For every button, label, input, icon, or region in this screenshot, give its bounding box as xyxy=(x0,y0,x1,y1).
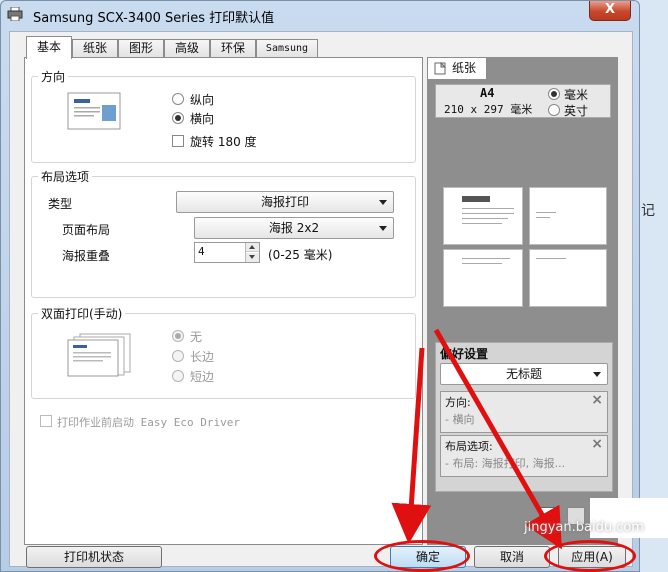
favorites-title: 偏好设置 xyxy=(440,347,489,361)
orientation-group: 方向 纵向 横向 旋转 180 度 xyxy=(31,68,416,163)
eco-driver-checkbox[interactable] xyxy=(40,415,52,427)
favorite-item[interactable]: 方向: - 横向 × xyxy=(440,391,608,433)
remove-icon[interactable]: × xyxy=(591,392,603,408)
page-layout-value: 海报 2x2 xyxy=(268,221,320,235)
landscape-page-icon xyxy=(67,92,121,130)
duplex-short-edge-label: 短边 xyxy=(190,370,215,384)
layout-options-title: 布局选项 xyxy=(38,168,93,185)
duplex-none-radio[interactable] xyxy=(172,330,184,342)
cancel-button[interactable]: 取消 xyxy=(474,546,550,568)
rotate-180-checkbox[interactable] xyxy=(172,135,184,147)
chevron-down-icon xyxy=(379,200,387,205)
favorites-box: 偏好设置 无标题 方向: - 横向 × 布局选项: - 布局: 海报打印, 海报… xyxy=(435,342,613,492)
favorite-item-detail: - 横向 xyxy=(445,413,475,426)
poster-tile xyxy=(529,187,607,245)
poster-tile xyxy=(443,249,523,307)
title-bar: Samsung SCX-3400 Series 打印默认值 X xyxy=(1,1,639,29)
landscape-label: 横向 xyxy=(190,112,215,126)
window-title: Samsung SCX-3400 Series 打印默认值 xyxy=(33,11,275,26)
duplex-pages-icon xyxy=(67,333,131,377)
preview-panel: 纸张 A4 210 x 297 毫米 毫米 英寸 偏好设置 无标题 方向: - … xyxy=(427,57,618,545)
orientation-title: 方向 xyxy=(38,68,69,85)
printer-status-button[interactable]: 打印机状态 xyxy=(26,546,162,568)
favorite-item-heading: 方向: xyxy=(445,396,471,409)
tab-graphics[interactable]: 图形 xyxy=(118,39,164,58)
tab-samsung[interactable]: Samsung xyxy=(256,39,318,58)
stepper-down-icon[interactable] xyxy=(246,253,259,262)
unit-mm-label: 毫米 xyxy=(564,88,589,102)
favorite-item-heading: 布局选项: xyxy=(445,440,493,453)
favorites-selected: 无标题 xyxy=(505,367,542,381)
stepper-up-icon[interactable] xyxy=(246,243,259,252)
tab-eco[interactable]: 环保 xyxy=(210,39,256,58)
favorites-dropdown[interactable]: 无标题 xyxy=(440,363,608,385)
poster-tile xyxy=(529,249,607,307)
eco-driver-label: 打印作业前启动 Easy Eco Driver xyxy=(57,416,240,429)
unit-inch-radio[interactable] xyxy=(548,104,560,116)
duplex-title: 双面打印(手动) xyxy=(38,305,126,322)
close-button[interactable]: X xyxy=(589,1,631,21)
type-value: 海报打印 xyxy=(260,195,309,209)
printer-icon xyxy=(7,7,23,21)
page-layout-label: 页面布局 xyxy=(62,223,111,237)
duplex-group: 双面打印(手动) 无 长边 短边 xyxy=(31,305,416,399)
chevron-down-icon xyxy=(379,226,387,231)
samsung-logo-icon xyxy=(462,196,490,202)
favorite-item-detail: - 布局: 海报打印, 海报... xyxy=(445,457,566,470)
layout-options-group: 布局选项 类型 海报打印 页面布局 海报 2x2 海报重叠 4 (0-25 毫米… xyxy=(31,168,416,298)
portrait-radio[interactable] xyxy=(172,93,184,105)
favorite-item[interactable]: 布局选项: - 布局: 海报打印, 海报... × xyxy=(440,435,608,477)
paper-preview-tab-label: 纸张 xyxy=(452,61,477,75)
stepper-buttons xyxy=(245,243,259,262)
remove-icon[interactable]: × xyxy=(591,436,603,452)
paper-dimensions: 210 x 297 毫米 xyxy=(444,103,533,116)
paper-preview-tab[interactable]: 纸张 xyxy=(427,57,487,79)
type-dropdown[interactable]: 海报打印 xyxy=(176,191,394,213)
tab-advanced[interactable]: 高级 xyxy=(164,39,210,58)
overlap-value: 4 xyxy=(198,245,205,258)
type-label: 类型 xyxy=(48,197,73,211)
poster-tile xyxy=(443,187,523,245)
duplex-long-edge-label: 长边 xyxy=(190,350,215,364)
background-text: 记 xyxy=(641,203,655,219)
annotation-circle-ok xyxy=(374,540,470,572)
overlap-stepper[interactable]: 4 xyxy=(194,242,260,263)
basic-tab-panel: 方向 纵向 横向 旋转 180 度 布局选项 类型 海报打印 页面布局 海报 2… xyxy=(24,57,423,545)
duplex-none-label: 无 xyxy=(190,330,203,344)
print-defaults-window: Samsung SCX-3400 Series 打印默认值 X 基本 纸张 图形… xyxy=(0,0,640,572)
portrait-label: 纵向 xyxy=(190,93,215,107)
overlap-range-label: (0-25 毫米) xyxy=(268,248,333,262)
duplex-long-edge-radio[interactable] xyxy=(172,350,184,362)
rotate-180-label: 旋转 180 度 xyxy=(190,135,257,149)
dialog-body: 基本 纸张 图形 高级 环保 Samsung 方向 纵向 横向 旋转 180 度… xyxy=(9,31,633,568)
page-icon xyxy=(434,62,446,75)
tab-paper[interactable]: 纸张 xyxy=(72,39,118,58)
chevron-down-icon xyxy=(593,372,601,377)
annotation-circle-apply xyxy=(544,540,636,572)
paper-size-box: A4 210 x 297 毫米 毫米 英寸 xyxy=(435,84,611,118)
watermark: jingyan.baidu.com xyxy=(524,520,644,535)
page-layout-dropdown[interactable]: 海报 2x2 xyxy=(194,217,394,239)
paper-size: A4 xyxy=(480,86,495,100)
duplex-short-edge-radio[interactable] xyxy=(172,370,184,382)
unit-inch-label: 英寸 xyxy=(564,104,589,118)
tab-basic[interactable]: 基本 xyxy=(26,36,72,59)
overlap-label: 海报重叠 xyxy=(62,249,111,263)
landscape-radio[interactable] xyxy=(172,112,184,124)
unit-mm-radio[interactable] xyxy=(548,88,560,100)
poster-preview xyxy=(443,187,607,307)
